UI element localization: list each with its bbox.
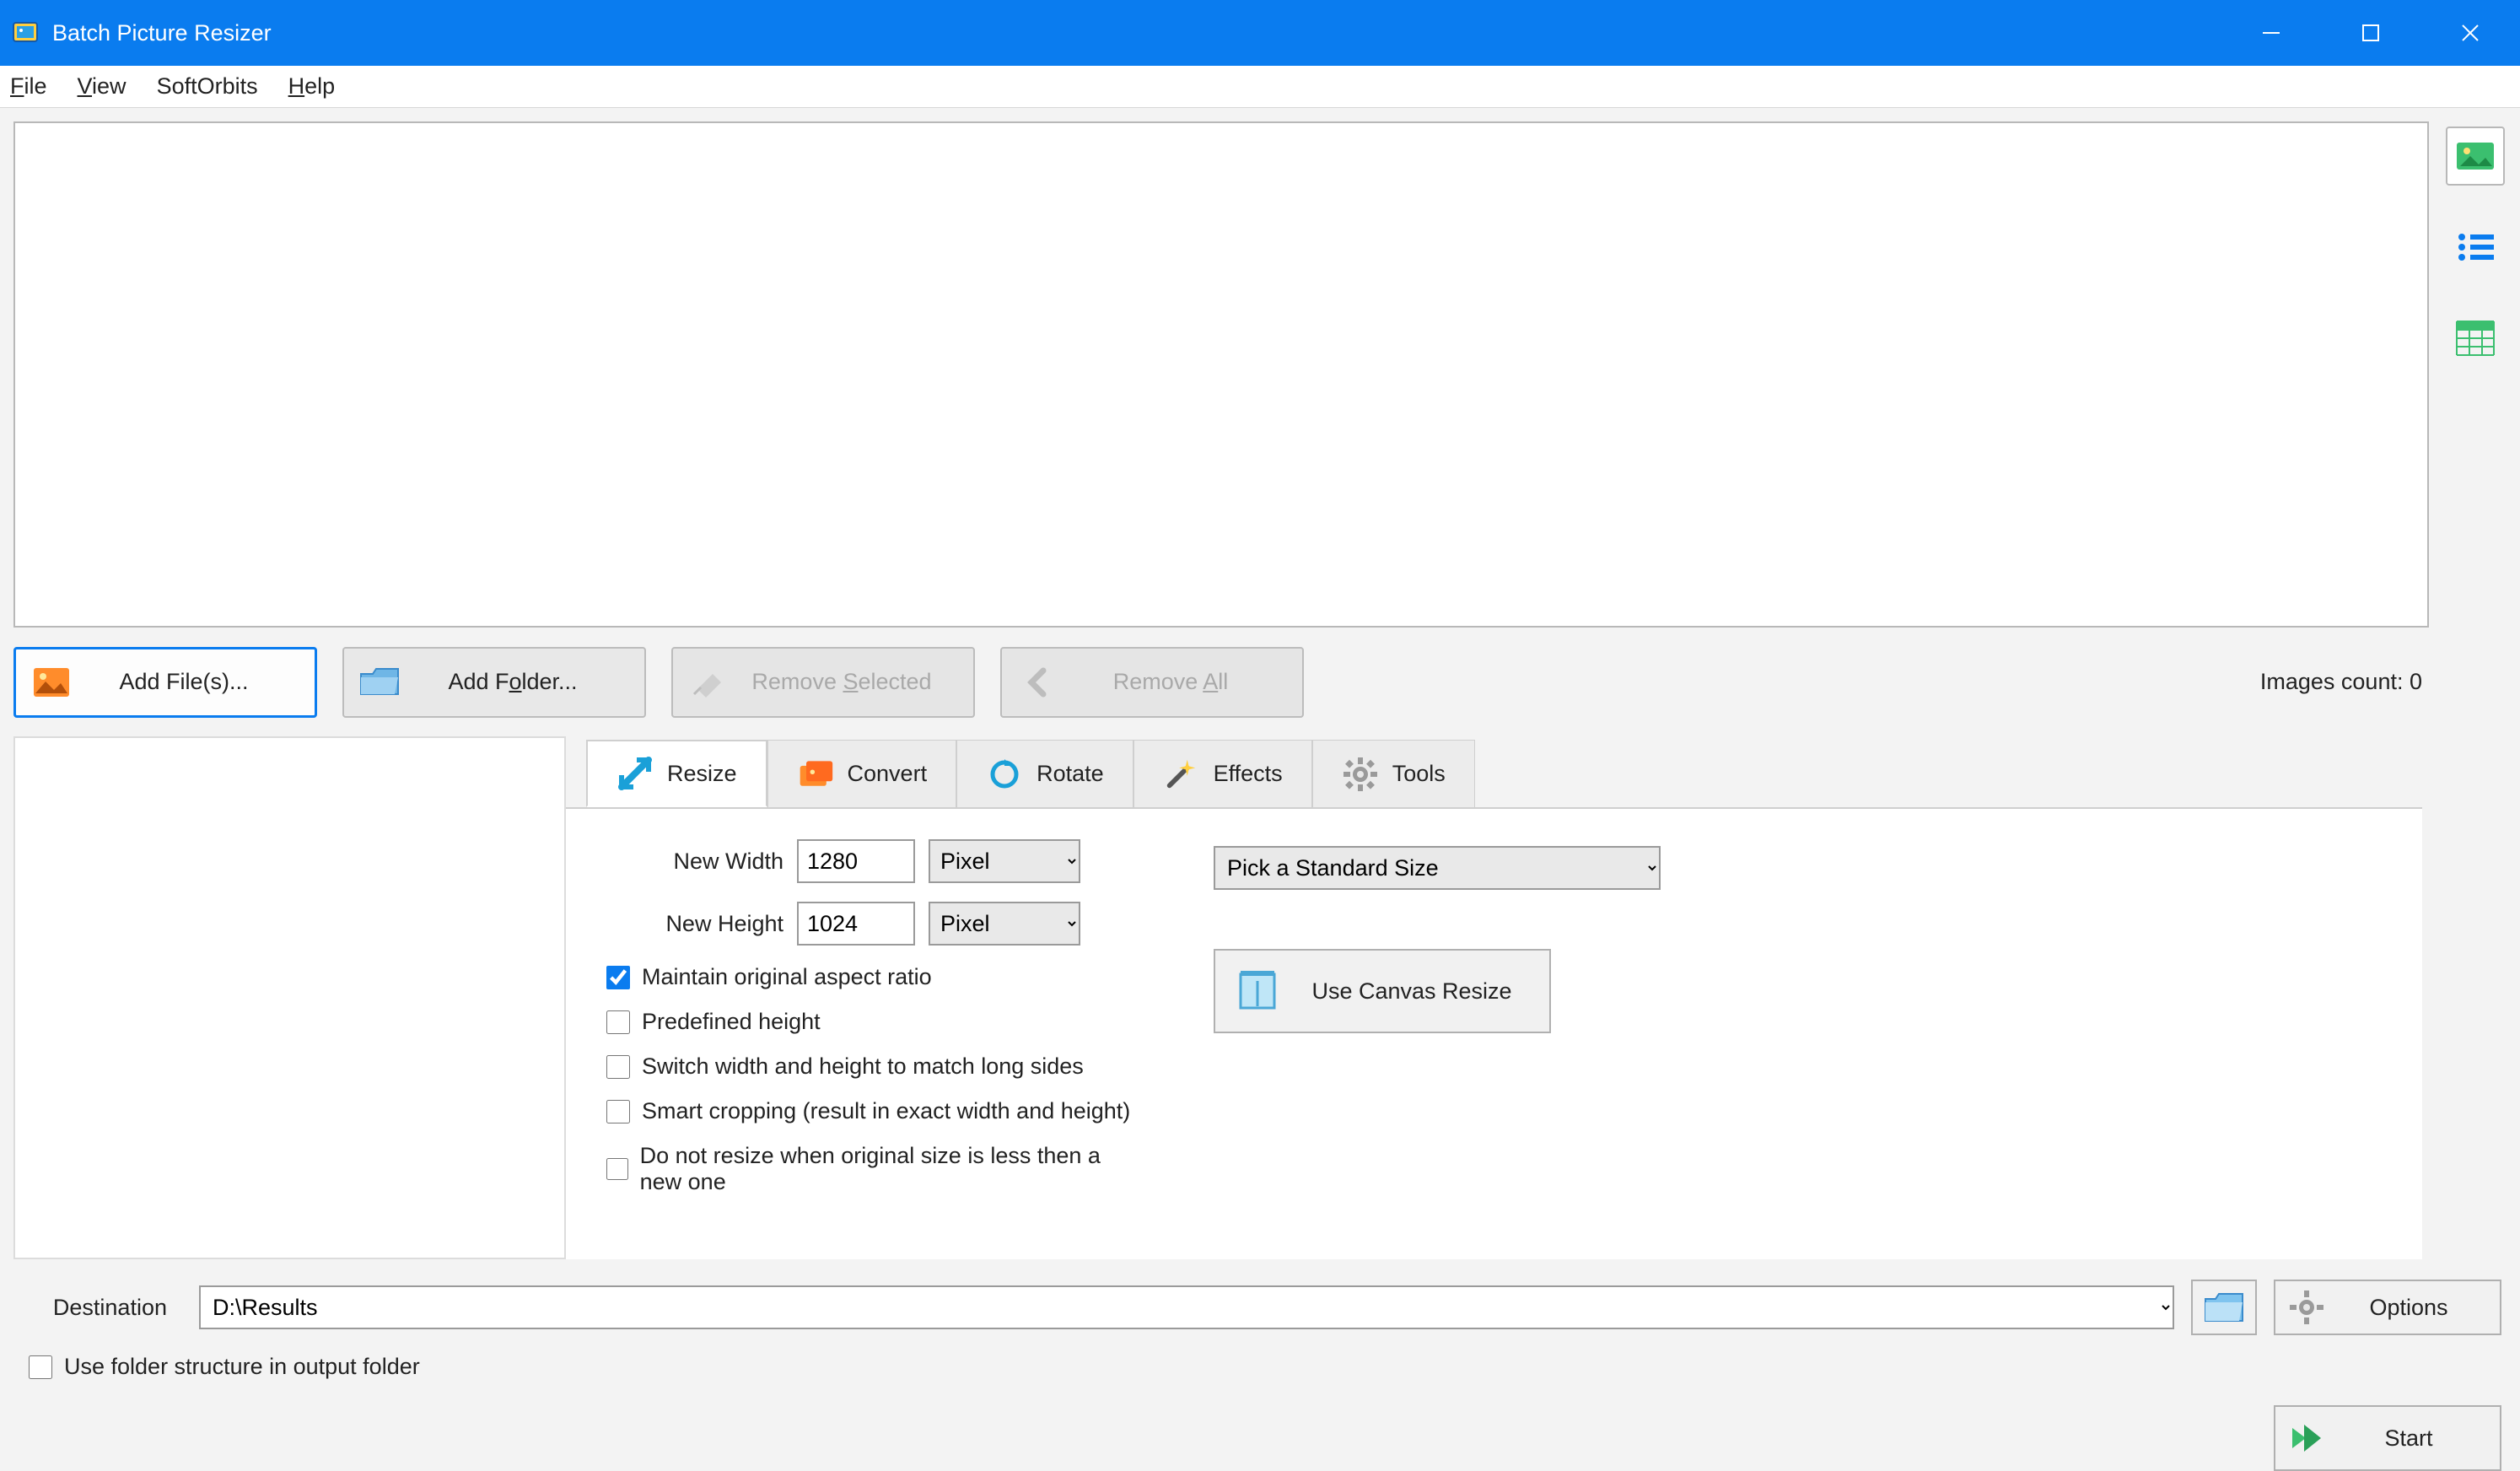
add-folder-label: Add Folder... [415, 669, 644, 695]
standard-size-select[interactable]: Pick a Standard Size [1214, 846, 1661, 890]
browse-destination-button[interactable] [2191, 1280, 2257, 1335]
main-area: Add File(s)... Add Folder... Remove Sele… [0, 108, 2520, 1471]
folder-structure-label: Use folder structure in output folder [64, 1354, 420, 1380]
no-resize-smaller-checkbox[interactable] [606, 1157, 628, 1181]
remove-selected-button: Remove Selected [671, 647, 975, 718]
start-label: Start [2338, 1425, 2500, 1452]
folder-structure-checkbox[interactable] [29, 1355, 52, 1379]
smart-cropping-checkbox[interactable] [606, 1100, 630, 1123]
new-width-label: New Width [606, 849, 783, 875]
tab-convert[interactable]: Convert [767, 740, 957, 807]
tab-rotate-label: Rotate [1037, 761, 1104, 787]
image-icon [16, 666, 87, 698]
remove-all-label: Remove All [1073, 669, 1302, 695]
grid-view-button[interactable] [2446, 309, 2505, 368]
canvas-resize-label: Use Canvas Resize [1300, 978, 1549, 1005]
preview-pane[interactable] [13, 121, 2429, 628]
tab-resize[interactable]: Resize [586, 740, 767, 807]
window-title: Batch Picture Resizer [52, 20, 272, 46]
start-button[interactable]: Start [2274, 1405, 2501, 1471]
menu-file[interactable]: File [10, 73, 47, 100]
close-button[interactable] [2420, 0, 2520, 66]
new-width-input[interactable] [797, 839, 915, 883]
chevron-left-icon [1002, 665, 1073, 699]
tab-tools[interactable]: Tools [1312, 740, 1475, 807]
convert-icon [797, 756, 834, 793]
minimize-button[interactable] [2221, 0, 2321, 66]
maintain-aspect-label: Maintain original aspect ratio [642, 964, 932, 990]
height-unit-select[interactable]: Pixel [929, 902, 1080, 946]
tab-convert-label: Convert [848, 761, 928, 787]
tab-effects-label: Effects [1214, 761, 1283, 787]
eraser-icon [673, 665, 744, 699]
smart-cropping-label: Smart cropping (result in exact width an… [642, 1098, 1130, 1124]
play-icon [2275, 1420, 2338, 1457]
menu-view[interactable]: View [78, 73, 127, 100]
add-files-button[interactable]: Add File(s)... [13, 647, 317, 718]
new-height-label: New Height [606, 911, 783, 937]
gear-icon [2275, 1289, 2338, 1326]
new-height-input[interactable] [797, 902, 915, 946]
destination-label: Destination [13, 1295, 182, 1321]
menubar: File View SoftOrbits Help [0, 66, 2520, 108]
titlebar: Batch Picture Resizer [0, 0, 2520, 66]
switch-long-sides-label: Switch width and height to match long si… [642, 1053, 1084, 1080]
switch-long-sides-checkbox[interactable] [606, 1055, 630, 1079]
menu-help[interactable]: Help [288, 73, 336, 100]
resize-icon [617, 755, 654, 792]
tab-resize-label: Resize [667, 761, 737, 787]
no-resize-smaller-label: Do not resize when original size is less… [640, 1143, 1146, 1195]
options-label: Options [2338, 1295, 2500, 1321]
thumbnail-view-button[interactable] [2446, 127, 2505, 186]
canvas-resize-button[interactable]: Use Canvas Resize [1214, 949, 1551, 1033]
view-mode-buttons [2444, 121, 2507, 628]
maintain-aspect-checkbox[interactable] [606, 966, 630, 989]
gear-icon [1342, 756, 1379, 793]
secondary-panel [13, 736, 566, 1259]
tab-tools-label: Tools [1392, 761, 1446, 787]
destination-select[interactable]: D:\Results [199, 1285, 2174, 1329]
width-unit-select[interactable]: Pixel [929, 839, 1080, 883]
app-icon [10, 18, 40, 48]
tabstrip: Resize Convert Rotate Effects Tools [566, 736, 2507, 807]
predefined-height-checkbox[interactable] [606, 1010, 630, 1034]
folder-icon [344, 665, 415, 699]
maximize-button[interactable] [2321, 0, 2420, 66]
rotate-icon [986, 756, 1023, 793]
effects-icon [1163, 756, 1200, 793]
remove-selected-label: Remove Selected [744, 669, 973, 695]
canvas-icon [1215, 967, 1300, 1015]
menu-softorbits[interactable]: SoftOrbits [157, 73, 258, 100]
file-action-bar: Add File(s)... Add Folder... Remove Sele… [13, 646, 2507, 719]
options-button[interactable]: Options [2274, 1280, 2501, 1335]
list-view-button[interactable] [2446, 218, 2505, 277]
images-count-label: Images count: 0 [2260, 669, 2507, 695]
tab-rotate[interactable]: Rotate [956, 740, 1133, 807]
add-folder-button[interactable]: Add Folder... [342, 647, 646, 718]
remove-all-button: Remove All [1000, 647, 1304, 718]
add-files-label: Add File(s)... [87, 669, 315, 695]
tab-effects[interactable]: Effects [1133, 740, 1312, 807]
resize-panel: New Width Pixel New Height Pixel Maintai… [566, 807, 2422, 1259]
predefined-height-label: Predefined height [642, 1009, 821, 1035]
